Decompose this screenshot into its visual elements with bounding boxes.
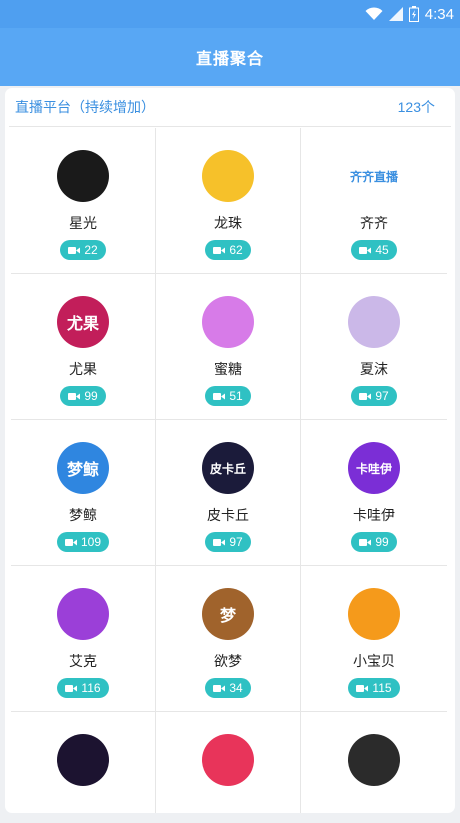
app-bar: 直播聚合: [0, 28, 460, 86]
platform-name: 卡哇伊: [353, 507, 395, 523]
night-logo: [57, 734, 109, 786]
room-count-badge: 116: [57, 678, 109, 698]
pikachu-logo: 皮卡丘: [202, 442, 254, 494]
room-count-badge: 109: [56, 532, 110, 552]
video-camera-icon: [65, 684, 78, 693]
platform-card: 直播平台（持续增加） 123个 星光 22 龙珠 62 齐齐直播 齐齐 45 尤果 尤果 99 蜜糖…: [5, 88, 455, 813]
platform-name: 夏沫: [360, 361, 388, 377]
kawayi-logo: 卡哇伊: [348, 442, 400, 494]
baby-logo: [348, 588, 400, 640]
youguo-logo: 尤果: [57, 296, 109, 348]
room-count: 34: [229, 681, 243, 695]
battery-icon: [408, 6, 419, 22]
video-camera-icon: [359, 392, 372, 401]
room-count-badge: 22: [60, 240, 106, 260]
room-count: 99: [84, 389, 98, 403]
sugar-logo: [202, 296, 254, 348]
room-count: 97: [375, 389, 389, 403]
platform-name: 小宝贝: [353, 653, 395, 669]
platform-item[interactable]: 星光 22: [11, 128, 156, 274]
room-count: 45: [375, 243, 389, 257]
platform-name: 齐齐: [360, 215, 388, 231]
platform-name: 艾克: [69, 653, 97, 669]
platform-name: 欲梦: [214, 653, 242, 669]
video-camera-icon: [64, 538, 77, 547]
video-camera-icon: [356, 684, 369, 693]
page-title: 直播聚合: [195, 51, 264, 68]
platform-item[interactable]: 小宝贝 115: [301, 566, 447, 712]
section-title: 直播平台（持续增加）: [15, 99, 155, 115]
platform-item[interactable]: [11, 712, 156, 813]
platform-count: 123个: [397, 99, 435, 115]
star-light-logo: [57, 150, 109, 202]
status-bar: 4:34: [0, 0, 460, 28]
video-camera-icon: [213, 246, 226, 255]
yumeng-logo: 梦: [202, 588, 254, 640]
platform-item[interactable]: [156, 712, 301, 813]
aike-logo: [57, 588, 109, 640]
logo-text: 皮卡丘: [209, 461, 246, 476]
room-count: 109: [80, 535, 102, 549]
room-count-badge: 51: [205, 386, 251, 406]
video-camera-icon: [359, 538, 372, 547]
room-count-badge: 115: [348, 678, 400, 698]
video-camera-icon: [213, 684, 226, 693]
room-count-badge: 99: [60, 386, 106, 406]
platform-item[interactable]: 卡哇伊 卡哇伊 99: [301, 420, 447, 566]
room-count-badge: 34: [205, 678, 251, 698]
platform-item[interactable]: [301, 712, 447, 813]
platform-item[interactable]: 皮卡丘 皮卡丘 97: [156, 420, 301, 566]
platform-item[interactable]: 蜜糖 51: [156, 274, 301, 420]
xiamo-logo: [348, 296, 400, 348]
signal-icon: [388, 7, 403, 21]
platform-name: 尤果: [69, 361, 97, 377]
video-camera-icon: [213, 392, 226, 401]
platform-name: 蜜糖: [214, 361, 242, 377]
video-camera-icon: [68, 392, 81, 401]
room-count-badge: 97: [351, 386, 397, 406]
dragon-logo: [202, 150, 254, 202]
room-count: 116: [81, 681, 101, 695]
platform-name: 梦鲸: [69, 507, 97, 523]
logo-text: 卡哇伊: [355, 461, 392, 476]
video-camera-icon: [359, 246, 372, 255]
room-count: 62: [229, 243, 243, 257]
wifi-icon: [365, 7, 383, 21]
logo-text: 梦鲸: [66, 462, 99, 479]
whale-logo: 梦鲸: [57, 442, 109, 494]
video-camera-icon: [213, 538, 226, 547]
room-count-badge: 45: [351, 240, 397, 260]
bear-logo: 齐齐直播: [348, 150, 400, 202]
platform-item[interactable]: 夏沫 97: [301, 274, 447, 420]
platform-name: 皮卡丘: [207, 507, 249, 523]
room-count-badge: 97: [205, 532, 251, 552]
section-header: 直播平台（持续增加） 123个: [9, 88, 451, 127]
platform-item[interactable]: 梦欲梦 34: [156, 566, 301, 712]
room-count: 97: [229, 535, 243, 549]
room-count: 22: [84, 243, 98, 257]
platform-name: 星光: [69, 215, 97, 231]
platform-item[interactable]: 龙珠 62: [156, 128, 301, 274]
platform-item[interactable]: 梦鲸 梦鲸 109: [11, 420, 156, 566]
room-count-badge: 62: [205, 240, 251, 260]
lightning-logo: [202, 734, 254, 786]
room-count: 51: [229, 389, 243, 403]
logo-text: 尤果: [66, 316, 99, 333]
logo-text: 齐齐直播: [349, 169, 398, 184]
clock: 4:34: [424, 5, 454, 23]
platform-item[interactable]: 艾克 116: [11, 566, 156, 712]
room-count: 99: [375, 535, 389, 549]
room-count-badge: 99: [351, 532, 397, 552]
room-count: 115: [372, 681, 392, 695]
video-camera-icon: [68, 246, 81, 255]
platform-item[interactable]: 尤果 尤果 99: [11, 274, 156, 420]
platform-grid: 星光 22 龙珠 62 齐齐直播 齐齐 45 尤果 尤果 99 蜜糖 51 夏沫 97 梦鲸 梦鲸 109 皮卡丘…: [11, 128, 447, 813]
platform-item[interactable]: 齐齐直播齐齐 45: [301, 128, 447, 274]
dancer-logo: [348, 734, 400, 786]
platform-name: 龙珠: [214, 215, 242, 231]
logo-text: 梦: [219, 608, 236, 625]
